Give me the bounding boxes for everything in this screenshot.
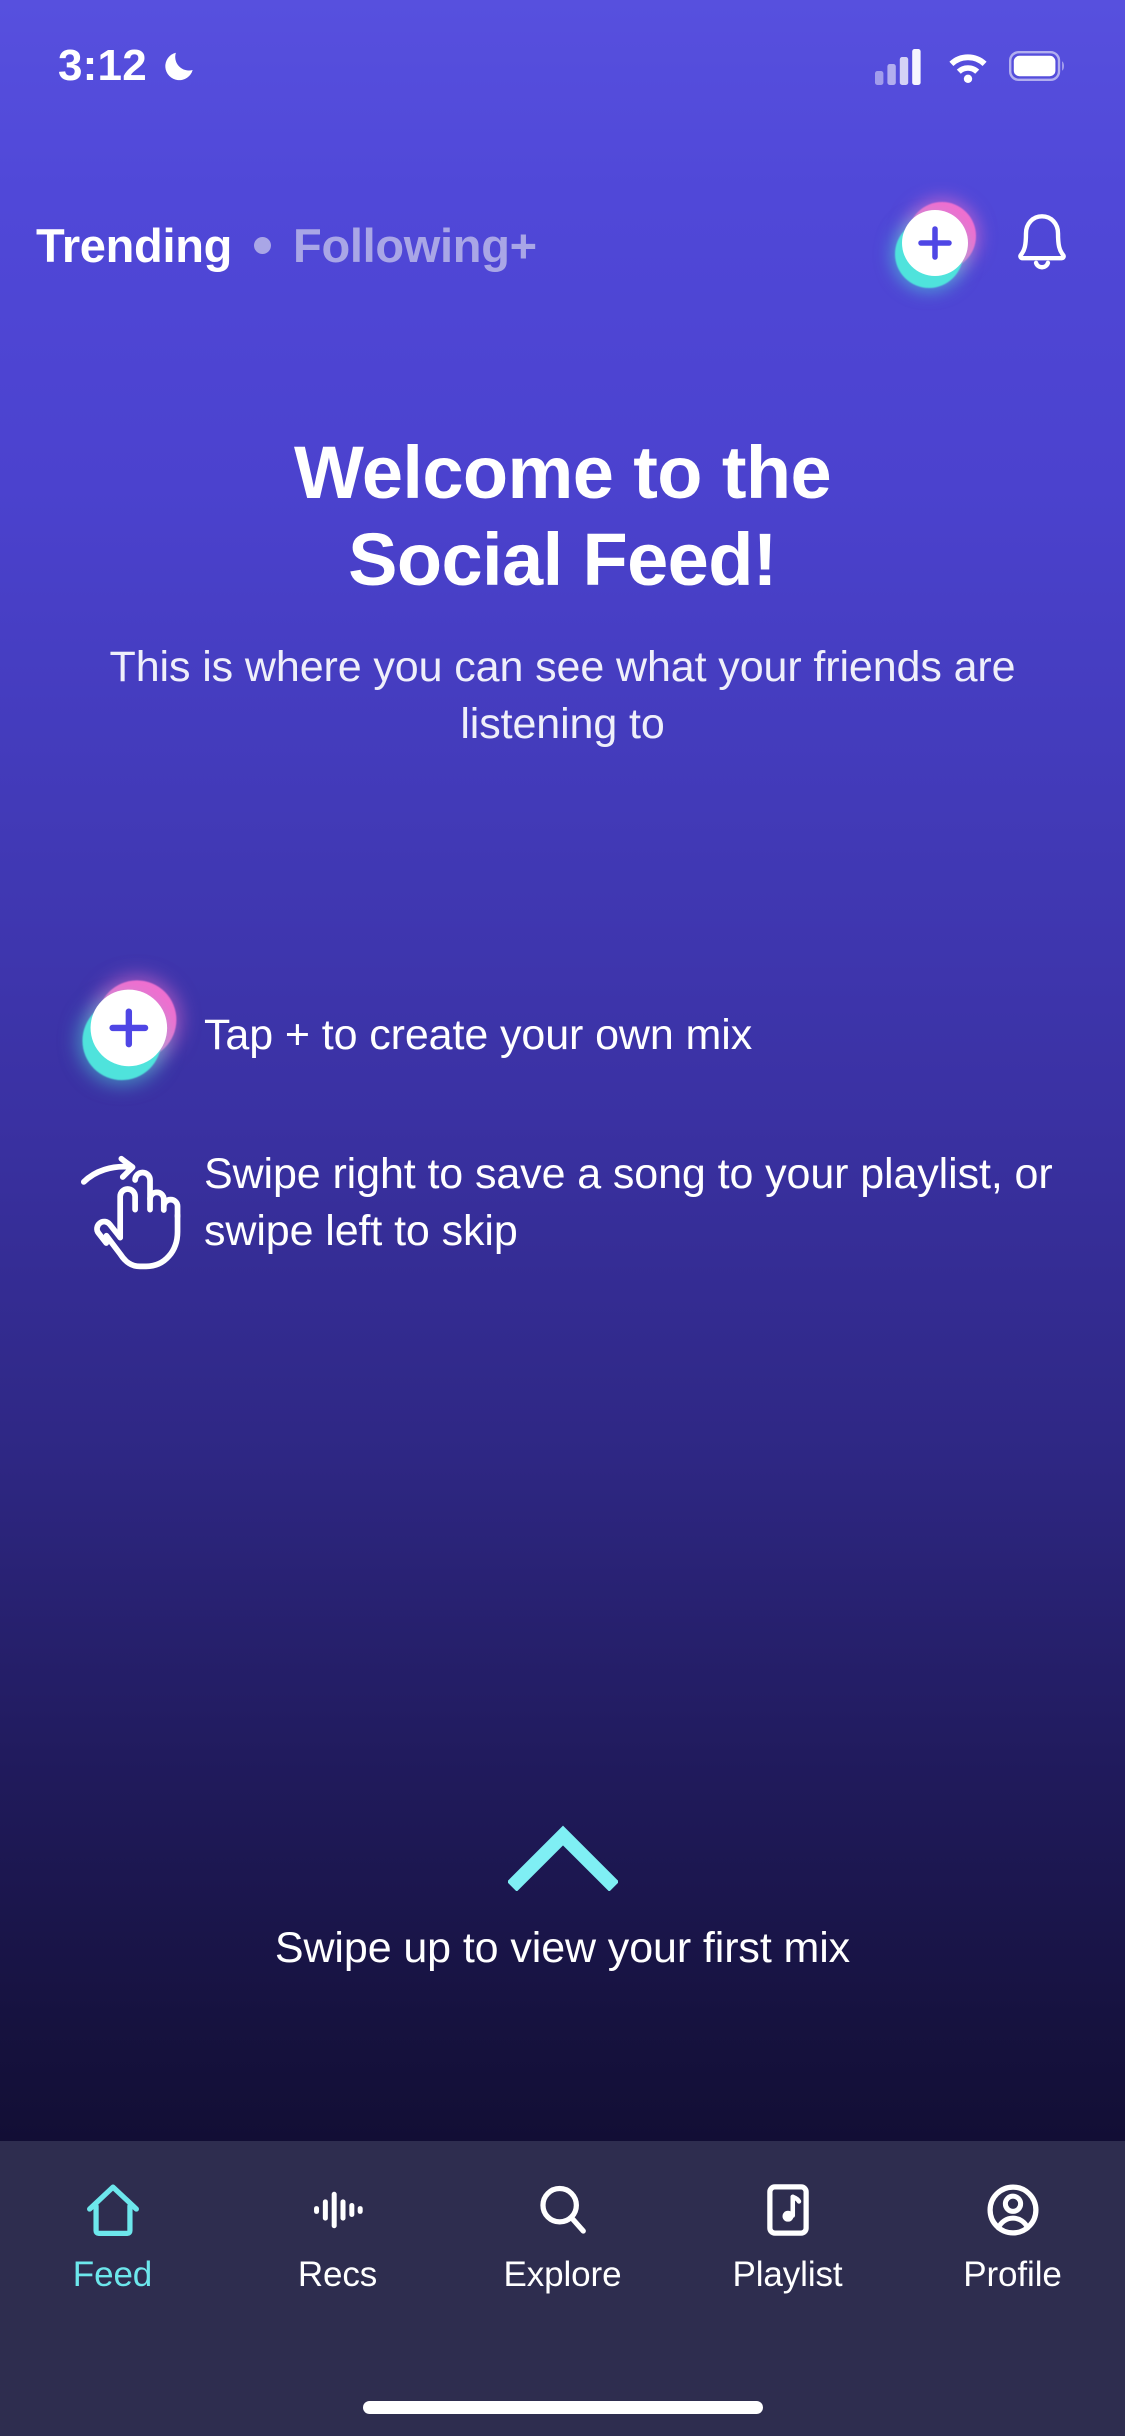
tab-profile-label: Profile — [963, 2255, 1062, 2294]
welcome-hero: Welcome to the Social Feed! This is wher… — [0, 430, 1125, 754]
bell-icon[interactable] — [1011, 210, 1073, 280]
battery-icon — [1009, 51, 1064, 81]
status-bar-clock: 3:12 — [58, 41, 147, 90]
tab-recs-label: Recs — [297, 2255, 378, 2294]
cellular-signal-icon — [875, 49, 921, 85]
page-title: Welcome to the Social Feed! — [70, 430, 1055, 603]
tab-feed[interactable]: Feed — [0, 2179, 225, 2295]
dot-separator-icon — [254, 236, 272, 254]
bottom-tab-bar: Feed Recs Explore Playlist Profile — [0, 2141, 1125, 2436]
plus-icon — [109, 1008, 149, 1048]
plus-icon-disc — [90, 989, 168, 1067]
chevron-up-icon[interactable] — [506, 1825, 619, 1892]
status-bar-left: 3:12 — [58, 44, 199, 88]
tab-feed-label: Feed — [72, 2255, 153, 2294]
status-bar-right — [875, 47, 1065, 85]
plus-icon — [918, 226, 952, 260]
create-mix-button[interactable] — [895, 202, 976, 288]
wifi-icon — [949, 54, 987, 83]
home-indicator-bar[interactable] — [362, 2401, 763, 2414]
swipe-hand-icon — [80, 1156, 181, 1270]
home-icon — [82, 2179, 144, 2241]
top-navigation-bar: Trending Following+ — [0, 185, 1125, 305]
person-circle-icon — [982, 2179, 1044, 2241]
search-icon — [532, 2179, 594, 2241]
plus-button-disc — [902, 210, 968, 276]
tip-create-mix: Tap + to create your own mix — [0, 980, 1125, 1081]
tip-swipe-label: Swipe right to save a song to your playl… — [204, 1150, 1053, 1256]
swipe-up-hint[interactable]: Swipe up to view your first mix — [0, 1825, 1125, 1973]
tip-icon-wrapper — [72, 980, 188, 1081]
crescent-moon-icon — [165, 52, 193, 81]
tab-playlist-label: Playlist — [732, 2255, 843, 2294]
tip-icon-wrapper — [72, 1142, 188, 1270]
nav-actions — [895, 202, 1073, 288]
tab-explore-label: Explore — [503, 2255, 622, 2294]
tab-recs[interactable]: Recs — [225, 2179, 450, 2295]
page-title-line-1: Welcome to the — [293, 431, 832, 514]
swipe-up-label: Swipe up to view your first mix — [274, 1924, 851, 1972]
plus-circle-icon — [82, 980, 177, 1081]
playlist-music-icon — [757, 2179, 819, 2241]
tip-swipe: Swipe right to save a song to your playl… — [0, 1142, 1125, 1270]
feed-tab-group: Trending Following+ — [36, 222, 897, 269]
onboarding-tips: Tap + to create your own mix Swipe right… — [0, 980, 1125, 1270]
waveform-icon — [307, 2179, 369, 2241]
tab-profile[interactable]: Profile — [900, 2179, 1125, 2295]
tip-create-mix-label: Tap + to create your own mix — [204, 1011, 753, 1059]
nav-tab-trending[interactable]: Trending — [36, 222, 232, 269]
status-bar: 3:12 — [0, 0, 1125, 132]
nav-tab-following[interactable]: Following+ — [293, 222, 537, 269]
page-title-line-2: Social Feed! — [348, 517, 777, 601]
page-subtitle: This is where you can see what your frie… — [109, 643, 1016, 749]
tab-explore[interactable]: Explore — [450, 2179, 675, 2295]
tab-playlist[interactable]: Playlist — [675, 2179, 900, 2295]
app-screen: 3:12 Trending Following+ Welcome to the … — [0, 0, 1125, 2436]
